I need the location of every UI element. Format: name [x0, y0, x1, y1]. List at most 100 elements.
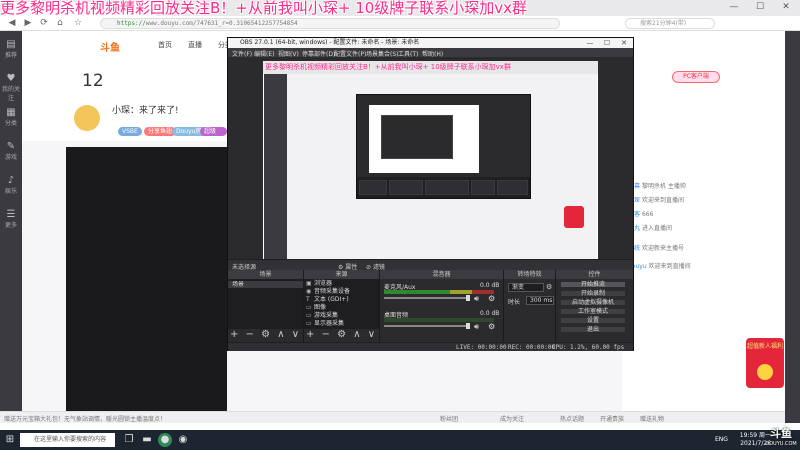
- nav-link[interactable]: 直播: [188, 40, 202, 50]
- noble-button[interactable]: 开通贵族: [600, 414, 624, 423]
- start-streaming-button[interactable]: 开始推流: [560, 281, 626, 288]
- left-sidebar: ▤ 推荐 ♥ 我的关注 ▦ 分类 ✎ 游戏 ♪ 娱乐 ☰ 更多: [0, 31, 22, 423]
- start-recording-button[interactable]: 开始录制: [560, 290, 626, 297]
- topic-button[interactable]: 热点话题: [560, 414, 584, 423]
- sidebar-item[interactable]: ☰ 更多: [0, 201, 22, 235]
- obs-title: OBS 27.0.1 (64-bit, windows) - 配置文件: 未命名…: [240, 39, 420, 46]
- source-item[interactable]: T 文本 (GDI+): [306, 296, 376, 303]
- menu-help[interactable]: 帮助(H): [422, 49, 443, 58]
- windows-start-icon[interactable]: ⊞: [3, 433, 17, 447]
- transition-select[interactable]: 渐变: [508, 283, 544, 292]
- menu-file[interactable]: 文件(F): [232, 49, 252, 58]
- avatar[interactable]: [74, 105, 100, 131]
- windows-taskbar: ⊞ 在这里输入你要搜索的内容 ❐ ▬ ● ◉ ENG 19:59 周一 2021…: [0, 430, 800, 450]
- nested-gift-icon: [564, 206, 584, 228]
- obs-maximize-icon[interactable]: ☐: [600, 38, 614, 48]
- scenes-footer-buttons[interactable]: + − ⚙ ∧ ∨: [230, 330, 301, 340]
- source-label: 图像: [314, 304, 327, 311]
- room-tag[interactable]: VSBE: [118, 127, 142, 136]
- obs-preview[interactable]: 更多黎明杀机视频精彩回放关注B！+从前我叫小琛+ 10级牌子联系小琛加vx群: [263, 61, 598, 278]
- pc-client-button[interactable]: PC客户端: [672, 71, 720, 83]
- source-label: 游戏采集: [314, 312, 339, 319]
- fan-club-button[interactable]: 粉丝团: [440, 414, 458, 423]
- menu-docks[interactable]: 停靠部件(D): [302, 49, 335, 58]
- input-language[interactable]: ENG: [715, 436, 728, 443]
- douyu-brand: 斗鱼: [770, 427, 792, 440]
- nav-link[interactable]: 首页: [158, 40, 172, 50]
- obs-close-icon[interactable]: ✕: [617, 38, 631, 48]
- source-item[interactable]: ▣ 浏览器: [306, 280, 376, 287]
- source-icon: ▭: [306, 320, 312, 327]
- sidebar-icon: ✎: [6, 141, 16, 152]
- video-player[interactable]: [66, 147, 227, 417]
- menu-profile[interactable]: 配置文件(P): [334, 49, 366, 58]
- sidebar-label: 推荐: [4, 52, 17, 59]
- exit-button[interactable]: 退出: [560, 326, 626, 333]
- nested-page: [264, 74, 597, 264]
- gear-icon[interactable]: ⚙: [488, 322, 495, 331]
- obs-window[interactable]: OBS 27.0.1 (64-bit, windows) - 配置文件: 未命名…: [227, 37, 634, 351]
- start-virtual-camera-button[interactable]: 启动虚拟摄像机: [560, 299, 626, 306]
- file-explorer-icon[interactable]: ▬: [140, 433, 154, 447]
- sidebar-label: 娱乐: [4, 188, 17, 195]
- obs-menu-bar: 文件(F) 编辑(E) 视图(V) 停靠部件(D) 配置文件(P) 场景集合(S…: [228, 48, 633, 58]
- transitions-dock: 转场特效 渐变 ⚙ 时长 300 ms: [504, 270, 556, 342]
- menu-edit[interactable]: 编辑(E): [254, 49, 274, 58]
- gear-icon[interactable]: ⚙: [488, 294, 495, 303]
- gift-button[interactable]: 赠送礼物: [640, 414, 664, 423]
- speaker-icon[interactable]: 🔊︎: [474, 322, 479, 332]
- nested-browser-bar: 更多黎明杀机视频精彩回放关注B！+从前我叫小琛+ 10级牌子联系小琛加vx群: [263, 61, 598, 74]
- scene-item[interactable]: 场景: [228, 281, 303, 288]
- volume-slider[interactable]: [384, 297, 470, 299]
- duration-input[interactable]: 300 ms: [526, 296, 554, 305]
- sidebar-item[interactable]: ♥ 我的关注: [0, 65, 22, 102]
- volume-knob[interactable]: [466, 323, 470, 329]
- sidebar-item[interactable]: ✎ 游戏: [0, 133, 22, 167]
- source-item[interactable]: ▭ 游戏采集: [306, 312, 376, 319]
- follow-button[interactable]: 成为关注: [500, 414, 524, 423]
- gift-banner[interactable]: 超值新人福利: [746, 338, 784, 388]
- source-item[interactable]: ▭ 显示器采集: [306, 320, 376, 327]
- obs-app-icon[interactable]: ◉: [176, 433, 190, 447]
- danmu-bar: 赠送万元宝箱大礼包！无气象站调情，暖光圆锁主播温度点！ 粉丝团 成为关注 热点话…: [0, 411, 785, 423]
- nested-preview: [369, 105, 479, 173]
- studio-mode-button[interactable]: 工作室模式: [560, 308, 626, 315]
- controls-header: 控件: [556, 270, 633, 279]
- douyu-logo[interactable]: 斗鱼: [100, 39, 136, 54]
- volume-slider[interactable]: [384, 325, 470, 327]
- source-item[interactable]: ◉ 音频采集设备: [306, 288, 376, 295]
- sidebar-label: 分类: [4, 120, 17, 127]
- sidebar-item[interactable]: ▤ 推荐: [0, 31, 22, 65]
- douyu-watermark-logo: 斗鱼 DOUYU.COM: [762, 427, 800, 450]
- taskbar-search-input[interactable]: 在这里输入你要搜索的内容: [20, 433, 115, 447]
- chat-message: douyu 欢迎来到直播间: [628, 263, 691, 270]
- scenes-list: 场景: [228, 279, 303, 329]
- sidebar-icon: ▤: [6, 39, 16, 50]
- menu-view[interactable]: 视图(V): [278, 49, 299, 58]
- browser-app-icon[interactable]: ●: [158, 433, 172, 447]
- danmu-hint: 赠送万元宝箱大礼包！无气象站调情，暖光圆锁主播温度点！: [4, 416, 167, 423]
- speaker-icon[interactable]: 🔊︎: [474, 294, 479, 304]
- mixer-channel-desktop: 桌面音频 0.0 dB 🔊︎ ⚙: [384, 310, 502, 334]
- sources-footer-buttons[interactable]: + − ⚙ ∧ ∨: [306, 330, 377, 340]
- source-icon: ▭: [306, 304, 312, 311]
- volume-knob[interactable]: [466, 295, 470, 301]
- chat-message: 系统 欢迎新来主播号: [628, 245, 684, 252]
- sidebar-item[interactable]: ♪ 娱乐: [0, 167, 22, 201]
- settings-button[interactable]: 设置: [560, 317, 626, 324]
- sidebar-item[interactable]: ▦ 分类: [0, 99, 22, 133]
- transition-gear-icon[interactable]: ⚙: [546, 283, 552, 291]
- menu-scene-collection[interactable]: 场景集合(S): [366, 49, 399, 58]
- obs-status-bar: LIVE: 00:00:00 REC: 00:00:00 CPU: 1.2%, …: [228, 342, 633, 351]
- room-tag[interactable]: 超级VIP会员: [200, 127, 227, 153]
- level-number: 12: [82, 71, 104, 91]
- source-item[interactable]: ▭ 图像: [306, 304, 376, 311]
- chat-message: 小琛 欢迎来到直播间: [628, 197, 684, 204]
- sources-header: 来源: [304, 270, 379, 279]
- obs-minimize-icon[interactable]: —: [583, 38, 597, 48]
- room-info: 12 小琛：来了来了! VSBE 分享鱼翅 Douyu房间 超级VIP会员: [22, 61, 227, 153]
- menu-tools[interactable]: 工具(T): [398, 49, 418, 58]
- sources-list: ▣ 浏览器 ◉ 音频采集设备 T 文本 (GDI+) ▭ 图像 ▭ 游戏采集 ▭ 显示器采集: [304, 279, 379, 329]
- streamer-name: 小琛：来了来了!: [112, 106, 179, 116]
- task-view-icon[interactable]: ❐: [122, 433, 136, 447]
